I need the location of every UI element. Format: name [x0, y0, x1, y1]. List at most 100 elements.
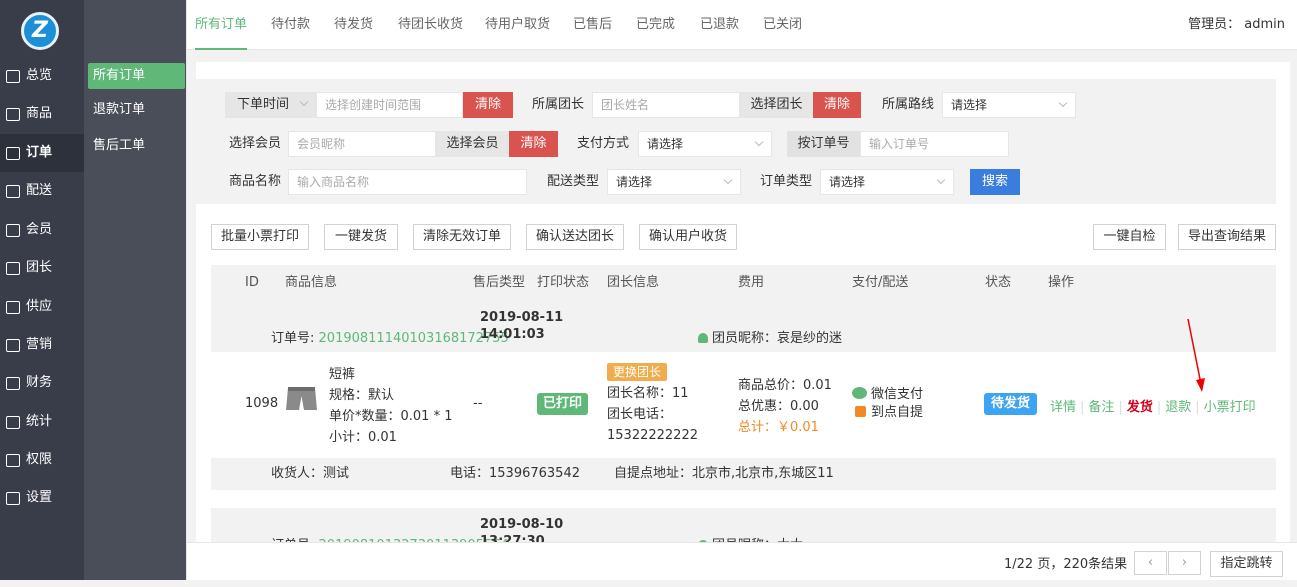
admin-user[interactable]: 管理员： admin — [1188, 0, 1285, 50]
shield-icon — [6, 453, 20, 467]
receiver-name: 收货人：测试 — [271, 466, 350, 481]
nav-marketing[interactable]: 营销 — [0, 326, 84, 364]
nav-goods[interactable]: 商品 — [0, 95, 84, 133]
clear-member-button[interactable]: 清除 — [509, 131, 558, 157]
clear-leader-button[interactable]: 清除 — [813, 92, 861, 118]
detail-link[interactable]: 详情 — [1050, 400, 1076, 415]
confirm-delivered-leader-button[interactable]: 确认送达团长 — [526, 224, 624, 250]
order-date: 2019-08-10 — [480, 517, 564, 532]
subnav-refund-orders[interactable]: 退款订单 — [88, 97, 185, 123]
tab-aftersale[interactable]: 已售后 — [573, 0, 612, 50]
order-tabs-bar: 所有订单 待付款 待发货 待团长收货 待用户取货 已售后 已完成 已退款 已关闭… — [187, 0, 1297, 50]
filter-panel: 下单时间 选择创建时间范围 清除 所属团长 团长姓名 选择团长 清除 所属路线 … — [196, 79, 1276, 204]
member-nickname-input[interactable]: 会员昵称 — [288, 131, 436, 157]
goods-name-label: 商品名称 — [229, 174, 282, 189]
self-check-button[interactable]: 一键自检 — [1093, 224, 1166, 250]
nav-settings[interactable]: 设置 — [0, 479, 84, 517]
pagination-bar: 1/22 页，220条结果 ‹ › 指定跳转 — [187, 542, 1297, 580]
clear-time-button[interactable]: 清除 — [463, 92, 513, 118]
receiver-phone: 电话：15396763542 — [450, 466, 580, 481]
tab-closed[interactable]: 已关闭 — [763, 0, 802, 50]
wechat-icon — [852, 387, 867, 399]
change-leader-button[interactable]: 更换团长 — [607, 363, 668, 381]
aftersale-type: -- — [473, 396, 483, 411]
prev-page-button[interactable]: ‹ — [1134, 551, 1167, 575]
subnav-all-orders[interactable]: 所有订单 — [88, 63, 185, 89]
order-no-input[interactable]: 输入订单号 — [860, 131, 1009, 157]
goods-name: 短裤 — [329, 367, 356, 382]
remark-link[interactable]: 备注 — [1088, 400, 1114, 415]
app-logo: Z — [21, 12, 59, 50]
goods-name-input[interactable]: 输入商品名称 — [288, 169, 527, 195]
leader-phone-label: 团长电话： — [607, 407, 673, 422]
pay-method: 微信支付 — [871, 387, 924, 402]
nav-label: 商品 — [26, 106, 53, 121]
bag-icon — [6, 107, 20, 121]
order-id: 1098 — [245, 396, 279, 411]
member-nickname-text: 团员昵称：哀是纱的迷 — [712, 331, 843, 346]
order-type-select[interactable]: 请选择 — [820, 169, 954, 195]
pay-delivery-info: 微信支付 到点自提 — [852, 386, 923, 422]
route-label: 所属路线 — [882, 97, 935, 112]
user-icon — [6, 223, 20, 237]
nav-label: 配送 — [26, 183, 53, 198]
nav-leaders[interactable]: 团长 — [0, 249, 84, 287]
subnav-aftersale-tickets[interactable]: 售后工单 — [88, 133, 185, 159]
fee-info: 商品总价：0.01 总优惠：0.00 总计：￥0.01 — [738, 375, 832, 438]
member-label: 选择会员 — [229, 136, 282, 151]
select-leader-button[interactable]: 选择团长 — [740, 92, 813, 118]
tab-pending-payment[interactable]: 待付款 — [271, 0, 310, 50]
col-id: ID — [245, 275, 259, 290]
nav-members[interactable]: 会员 — [0, 211, 84, 249]
confirm-user-received-button[interactable]: 确认用户收货 — [639, 224, 737, 250]
table-row: 1098 短裤 规格：默认 单价*数量：0.01 * 1 小计：0.01 -- … — [211, 352, 1276, 458]
order-group-header: 2019-08-11 订单号: 20190811140103168172755 … — [211, 301, 1276, 352]
tab-pending-user-pickup[interactable]: 待用户取货 — [485, 0, 550, 50]
nav-delivery[interactable]: 配送 — [0, 172, 84, 210]
goods-price-qty: 单价*数量：0.01 * 1 — [329, 409, 453, 424]
nav-stats[interactable]: 统计 — [0, 403, 84, 441]
tab-refunded[interactable]: 已退款 — [700, 0, 739, 50]
nav-label: 供应 — [26, 299, 53, 314]
goods-thumbnail[interactable] — [285, 382, 318, 415]
one-click-ship-button[interactable]: 一键发货 — [324, 224, 398, 250]
nav-label: 营销 — [26, 337, 53, 352]
gear-icon — [6, 491, 20, 505]
export-results-button[interactable]: 导出查询结果 — [1178, 224, 1276, 250]
flag-icon — [6, 261, 20, 275]
order-no-type-button[interactable]: 按订单号 — [787, 131, 860, 157]
batch-print-button[interactable]: 批量小票打印 — [211, 224, 309, 250]
goods-info: 短裤 规格：默认 单价*数量：0.01 * 1 小计：0.01 — [329, 364, 452, 448]
route-select[interactable]: 请选择 — [942, 92, 1076, 118]
tab-pending-shipment[interactable]: 待发货 — [334, 0, 373, 50]
print-receipt-link[interactable]: 小票打印 — [1204, 400, 1256, 415]
order-status: 待发货 — [984, 393, 1038, 415]
box-icon — [855, 406, 866, 417]
tab-all-orders[interactable]: 所有订单 — [195, 0, 248, 50]
nav-finance[interactable]: 财务 — [0, 364, 84, 402]
nav-supply[interactable]: 供应 — [0, 288, 84, 326]
time-range-input[interactable]: 选择创建时间范围 — [316, 92, 463, 118]
jump-page-button[interactable]: 指定跳转 — [1210, 551, 1283, 577]
tab-pending-leader-receipt[interactable]: 待团长收货 — [398, 0, 463, 50]
clear-invalid-orders-button[interactable]: 清除无效订单 — [413, 224, 511, 250]
refund-link[interactable]: 退款 — [1165, 400, 1191, 415]
order-icon — [6, 146, 20, 160]
ship-link[interactable]: 发货 — [1127, 400, 1153, 415]
home-icon — [6, 69, 20, 83]
orders-table-header: ID 商品信息 售后类型 打印状态 团长信息 费用 支付/配送 状态 操作 — [211, 265, 1276, 301]
pay-method-select[interactable]: 请选择 — [638, 131, 772, 157]
ship-type-select[interactable]: 请选择 — [607, 169, 741, 195]
select-member-button[interactable]: 选择会员 — [436, 131, 509, 157]
nav-label: 权限 — [26, 452, 53, 467]
time-type-select[interactable]: 下单时间 — [225, 92, 316, 118]
search-button[interactable]: 搜索 — [970, 169, 1020, 195]
nav-orders[interactable]: 订单 — [0, 134, 84, 172]
next-page-button[interactable]: › — [1168, 551, 1201, 575]
nav-permissions[interactable]: 权限 — [0, 441, 84, 479]
nav-overview[interactable]: 总览 — [0, 57, 84, 95]
main-content: 下单时间 选择创建时间范围 清除 所属团长 团长姓名 选择团长 清除 所属路线 … — [196, 62, 1290, 580]
nav-label: 总览 — [26, 68, 53, 83]
tab-completed[interactable]: 已完成 — [636, 0, 675, 50]
leader-name-input[interactable]: 团长姓名 — [592, 92, 740, 118]
